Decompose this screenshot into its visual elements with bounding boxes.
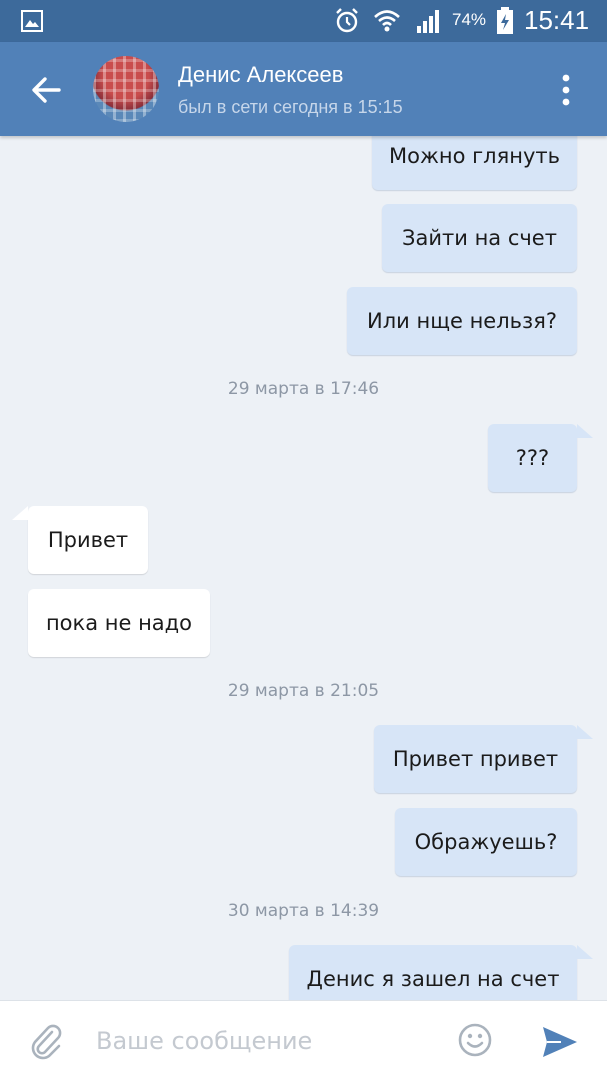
message-outgoing[interactable]: Привет привет (374, 725, 577, 793)
bubble-tail (577, 945, 593, 959)
message-composer (0, 1000, 607, 1081)
battery-percent: 74% (452, 10, 487, 29)
chat-header: Денис Алексеев был в сети сегодня в 15:1… (0, 42, 607, 136)
wifi-icon (374, 10, 400, 32)
battery-icon (497, 7, 513, 34)
clock: 15:41 (524, 5, 590, 35)
paperclip-icon[interactable] (28, 1022, 64, 1060)
status-bar: 74% 15:41 (0, 0, 607, 42)
gallery-notification-icon (21, 10, 43, 32)
message-incoming[interactable]: пока не надо (28, 589, 210, 657)
emoji-icon[interactable] (457, 1022, 493, 1058)
contact-name[interactable]: Денис Алексеев (178, 62, 343, 88)
send-icon[interactable] (541, 1025, 579, 1059)
bubble-tail (577, 424, 593, 438)
bubble-tail (12, 506, 28, 520)
date-separator: 29 марта в 21:05 (227, 681, 380, 701)
message-outgoing[interactable]: ??? (488, 424, 577, 492)
message-outgoing[interactable]: Или нще нельзя? (347, 287, 577, 355)
message-list[interactable]: Можно глянуть Зайти на счет Или нще нель… (0, 136, 607, 1000)
bubble-tail (577, 725, 593, 739)
signal-icon (417, 10, 439, 33)
message-incoming[interactable]: Привет (28, 506, 148, 574)
message-outgoing[interactable]: Зайти на счет (382, 204, 577, 272)
avatar[interactable] (93, 56, 159, 122)
message-input[interactable] (96, 1021, 436, 1061)
alarm-icon (336, 8, 358, 33)
contact-status: был в сети сегодня в 15:15 (178, 97, 403, 117)
date-separator: 29 марта в 17:46 (227, 379, 380, 399)
message-outgoing[interactable]: Денис я зашел на счет (289, 945, 577, 1000)
back-arrow-icon[interactable] (26, 70, 66, 110)
date-separator: 30 марта в 14:39 (227, 901, 380, 921)
more-vertical-icon[interactable] (552, 72, 580, 108)
message-outgoing[interactable]: Можно глянуть (372, 136, 577, 190)
message-outgoing[interactable]: Ображуешь? (395, 808, 577, 876)
